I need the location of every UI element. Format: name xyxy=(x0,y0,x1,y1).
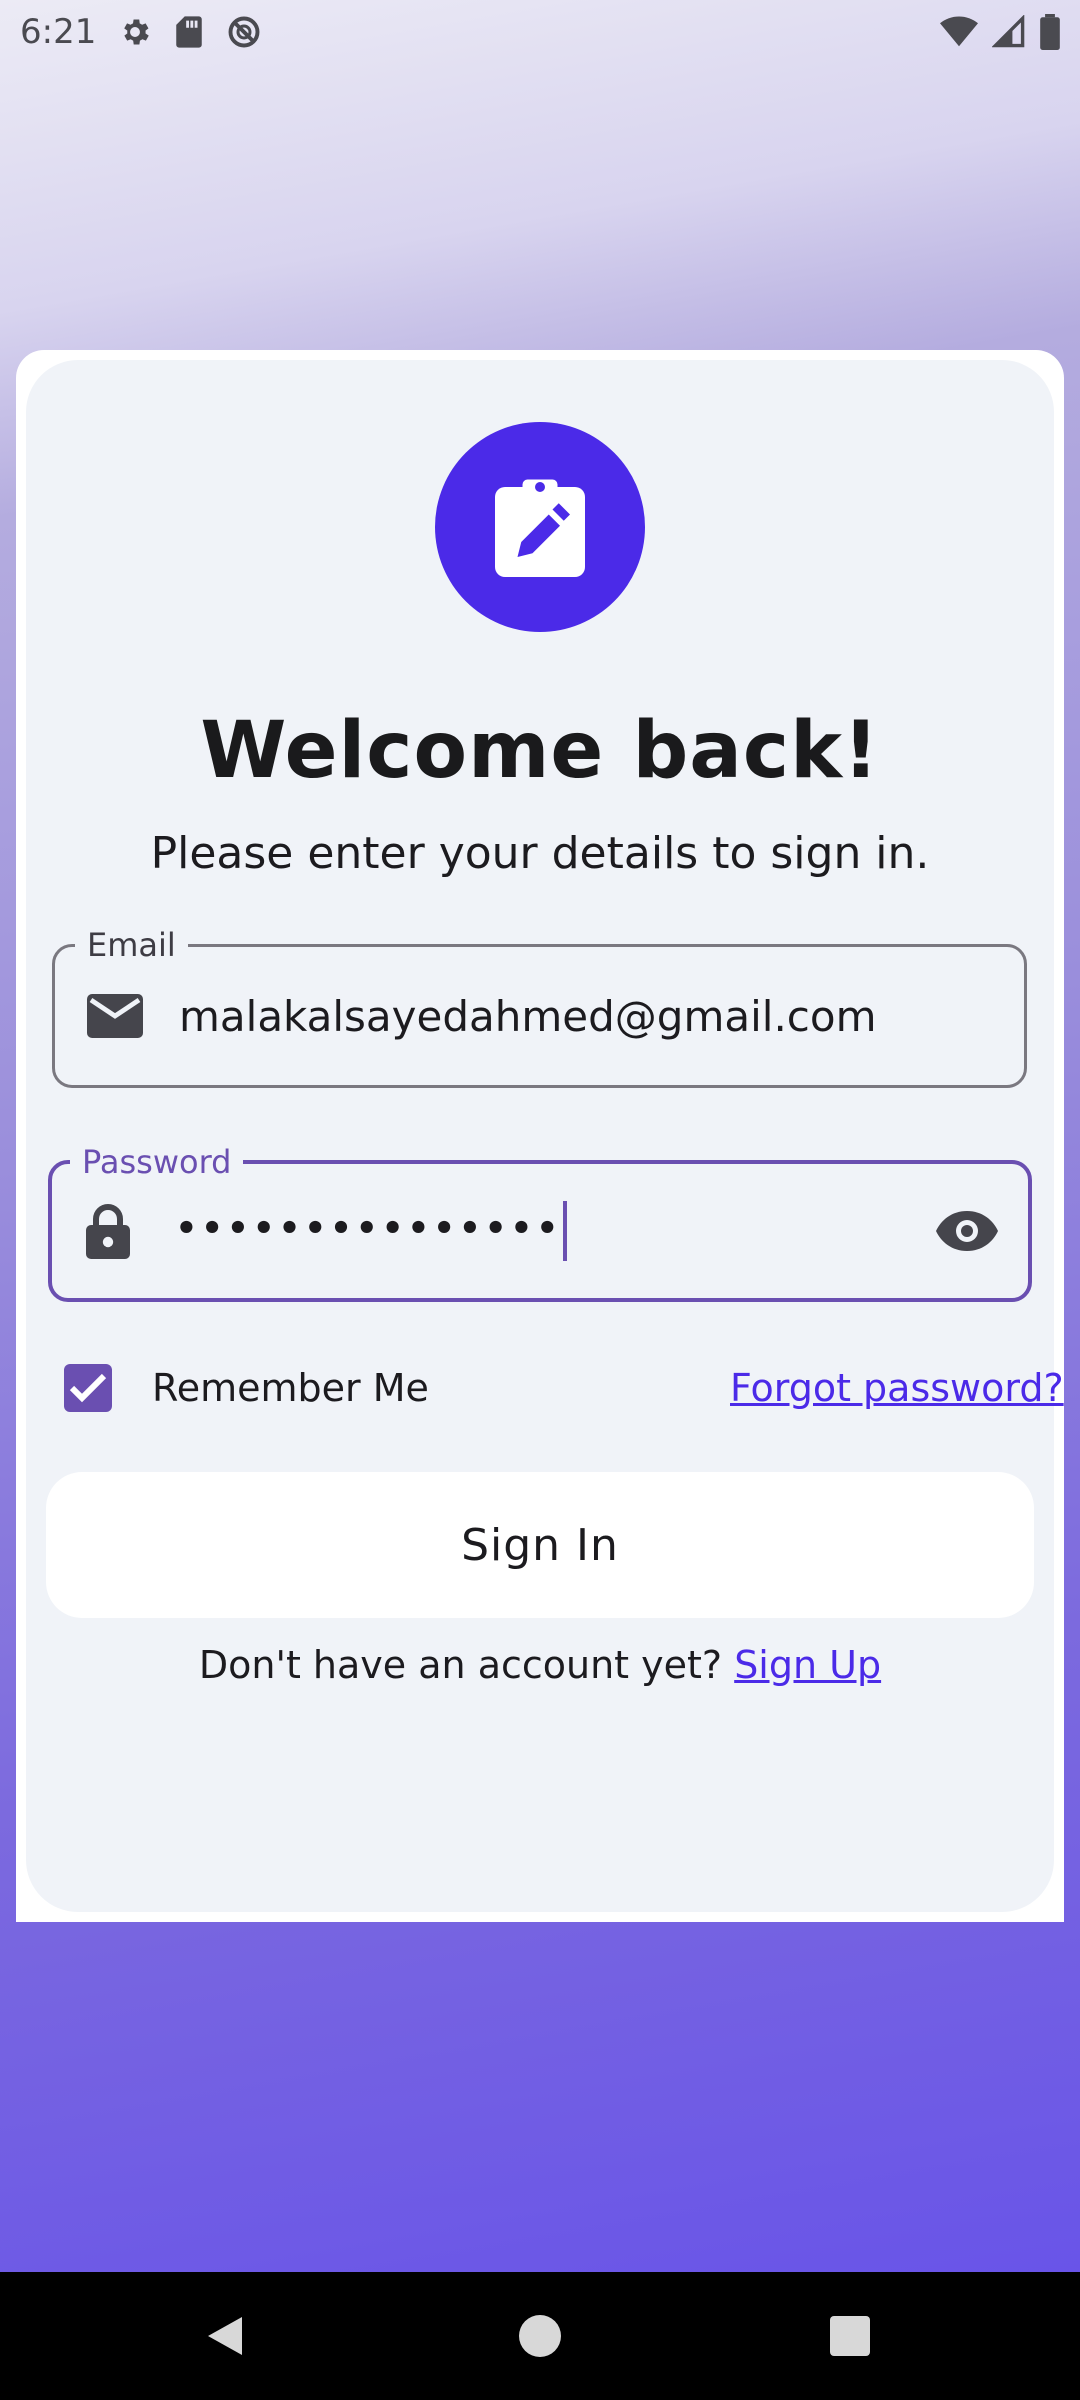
recents-icon[interactable] xyxy=(815,2272,885,2400)
status-right xyxy=(940,14,1060,50)
home-icon[interactable] xyxy=(505,2272,575,2400)
signup-link[interactable]: Sign Up xyxy=(734,1643,881,1687)
page-title: Welcome back! xyxy=(200,706,880,796)
check-icon xyxy=(69,1373,107,1403)
remember-me-checkbox[interactable] xyxy=(64,1364,112,1412)
gear-icon xyxy=(118,15,152,49)
forgot-password-link[interactable]: Forgot password? xyxy=(730,1364,1064,1412)
page-subtitle: Please enter your details to sign in. xyxy=(150,828,930,879)
battery-icon xyxy=(1040,14,1060,50)
mail-icon xyxy=(87,994,143,1038)
app-logo xyxy=(435,422,645,632)
no-sync-icon xyxy=(226,14,262,50)
password-field-label: Password xyxy=(70,1142,244,1182)
password-field[interactable]: Password ••••••••••••••• xyxy=(48,1142,1032,1302)
remember-me-label[interactable]: Remember Me xyxy=(152,1364,429,1412)
signal-icon xyxy=(992,15,1026,49)
signup-prompt-text: Don't have an account yet? xyxy=(198,1643,723,1687)
status-time: 6:21 xyxy=(20,12,97,52)
status-bar: 6:21 xyxy=(0,0,1080,64)
password-field-value: ••••••••••••••• xyxy=(174,1201,567,1261)
signup-prompt: Don't have an account yet? Sign Up xyxy=(0,1640,1080,1690)
navigation-bar xyxy=(0,2272,1080,2400)
sign-in-button[interactable]: Sign In xyxy=(46,1472,1034,1618)
eye-icon[interactable] xyxy=(936,1211,998,1251)
email-field-label: Email xyxy=(75,925,188,965)
clipboard-edit-icon xyxy=(490,472,590,582)
lock-icon xyxy=(86,1203,130,1259)
text-caret xyxy=(562,1201,567,1261)
back-icon[interactable] xyxy=(190,2272,260,2400)
sd-card-icon xyxy=(174,15,204,49)
wifi-icon xyxy=(940,15,978,49)
email-field[interactable]: Email malakalsayedahmed@gmail.com xyxy=(52,925,1027,1088)
email-field-value: malakalsayedahmed@gmail.com xyxy=(179,991,877,1041)
status-left: 6:21 xyxy=(20,12,262,52)
password-dots: ••••••••••••••• xyxy=(174,1203,561,1253)
